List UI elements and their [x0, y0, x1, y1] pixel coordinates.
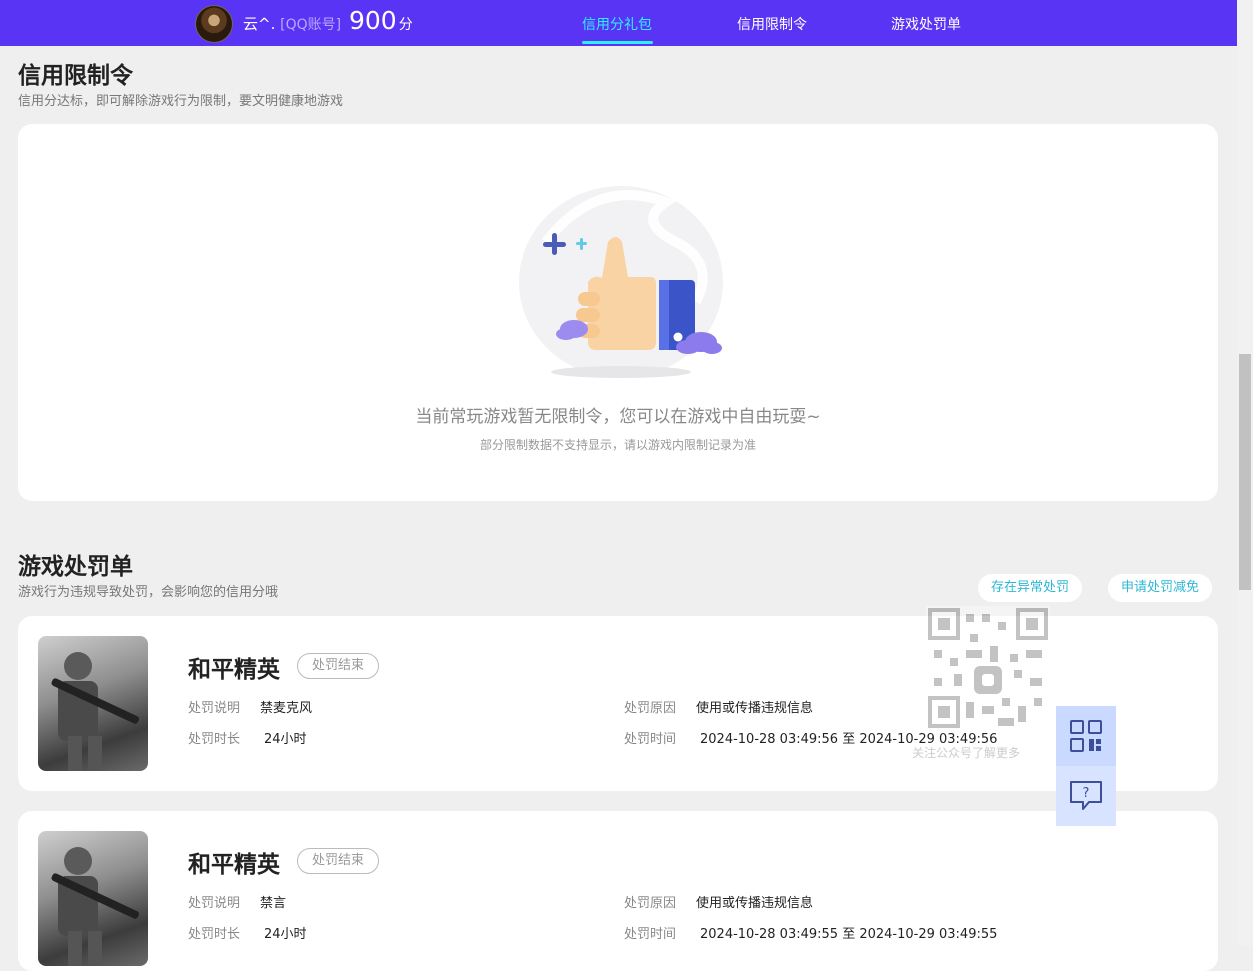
- status-badge: 处罚结束: [297, 848, 380, 874]
- restriction-card: 当前常玩游戏暂无限制令，您可以在游戏中自由玩耍~ 部分限制数据不支持显示，请以游…: [18, 124, 1218, 501]
- apply-penalty-reduction-button[interactable]: 申请处罚减免: [1108, 574, 1213, 602]
- penalty-record: 和平精英 处罚结束 处罚说明 禁言 处罚时长 24小时 处罚原因 使用或传播违规…: [18, 811, 1218, 971]
- empty-message: 当前常玩游戏暂无限制令，您可以在游戏中自由玩耍~: [415, 407, 821, 427]
- svg-text:?: ?: [1083, 786, 1090, 801]
- top-nav-bar: 云^. [QQ账号] 900 分 信用分礼包 信用限制令 游戏处罚单: [0, 0, 1237, 46]
- penalty-desc-value: 禁言: [260, 896, 287, 911]
- penalty-time-value: 2024-10-28 03:49:55 至 2024-10-29 03:49:5…: [700, 927, 998, 942]
- penalty-title: 游戏处罚单: [18, 554, 133, 580]
- active-tab-indicator: [582, 41, 653, 44]
- penalty-desc-label: 处罚说明: [188, 896, 241, 911]
- qrcode-icon: [1070, 720, 1102, 752]
- penalty-subtitle: 游戏行为违规导致处罚，会影响您的信用分哦: [18, 585, 279, 600]
- penalty-duration-value: 24小时: [264, 732, 307, 747]
- game-cover-image: [38, 636, 148, 771]
- nav-restriction-order[interactable]: 信用限制令: [737, 14, 807, 34]
- penalty-reason-label: 处罚原因: [624, 896, 677, 911]
- qr-code-image: [926, 606, 1050, 730]
- penalty-desc-value: 禁麦克风: [260, 701, 313, 716]
- status-badge: 处罚结束: [297, 653, 380, 679]
- penalty-reason-label: 处罚原因: [624, 701, 677, 716]
- avatar[interactable]: [195, 5, 233, 43]
- feedback-icon: ?: [1070, 781, 1102, 810]
- score-value: 900: [349, 6, 397, 35]
- scrollbar-thumb[interactable]: [1239, 354, 1251, 590]
- restriction-subtitle: 信用分达标，即可解除游戏行为限制，要文明健康地游戏: [18, 94, 344, 109]
- score-unit: 分: [398, 17, 413, 33]
- penalty-duration-label: 处罚时长: [188, 732, 241, 747]
- feedback-float-button[interactable]: ?: [1056, 766, 1116, 826]
- penalty-duration-label: 处罚时长: [188, 927, 241, 942]
- restriction-title: 信用限制令: [18, 63, 133, 89]
- penalty-time-label: 处罚时间: [624, 927, 677, 942]
- user-name: 云^. [QQ账号]: [243, 13, 341, 34]
- thumbs-up-illustration: [519, 186, 723, 378]
- nav-penalty-list[interactable]: 游戏处罚单: [891, 14, 961, 34]
- nav-credit-gift[interactable]: 信用分礼包: [582, 14, 652, 34]
- game-name: 和平精英: [188, 657, 280, 683]
- penalty-desc-label: 处罚说明: [188, 701, 241, 716]
- game-name: 和平精英: [188, 852, 280, 878]
- report-abnormal-penalty-button[interactable]: 存在异常处罚: [978, 574, 1083, 602]
- account-type: [QQ账号]: [280, 17, 342, 33]
- empty-note: 部分限制数据不支持显示，请以游戏内限制记录为准: [479, 438, 756, 452]
- penalty-reason-value: 使用或传播违规信息: [696, 896, 814, 911]
- credit-score: 900 分: [349, 6, 413, 35]
- qr-caption: 关注公众号了解更多: [912, 746, 1021, 760]
- qrcode-float-button[interactable]: [1056, 706, 1116, 766]
- penalty-time-label: 处罚时间: [624, 732, 677, 747]
- penalty-reason-value: 使用或传播违规信息: [696, 701, 814, 716]
- username-text: 云^.: [243, 15, 276, 33]
- penalty-duration-value: 24小时: [264, 927, 307, 942]
